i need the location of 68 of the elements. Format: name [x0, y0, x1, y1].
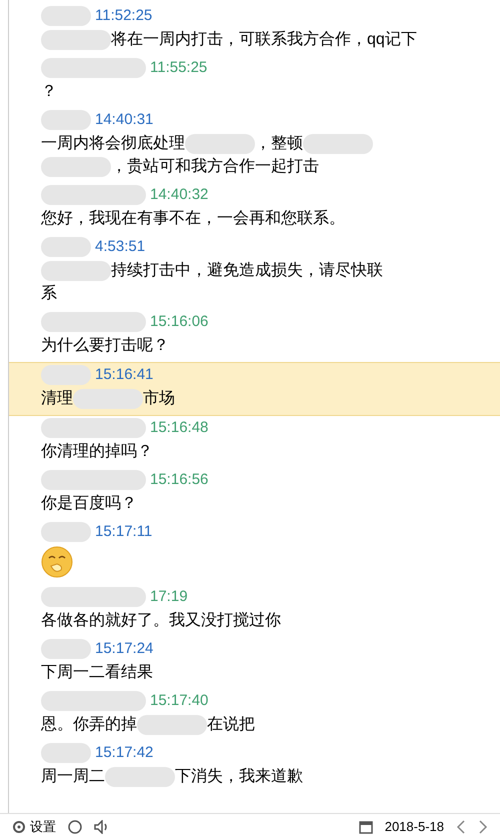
message[interactable]: 15:16:48 你清理的掉吗？	[9, 416, 500, 468]
settings-button[interactable]: 设置	[12, 816, 56, 836]
timestamp: 17:19	[150, 586, 188, 607]
redaction-blob	[303, 134, 373, 154]
circle-icon[interactable]	[68, 820, 82, 834]
redaction-blob	[73, 388, 143, 409]
message-text: 清理	[41, 390, 73, 407]
message-text: 系	[41, 285, 57, 302]
redaction-blob	[41, 110, 91, 130]
redaction-blob	[137, 714, 207, 735]
timestamp: 15:16:06	[150, 312, 208, 332]
redaction-blob	[41, 237, 91, 257]
redaction-blob	[41, 30, 111, 50]
message[interactable]: 15:17:11	[9, 520, 500, 585]
timestamp: 15:17:24	[95, 638, 154, 659]
redaction-blob	[41, 365, 91, 385]
message-text: 将在一周内打击，可联系我方合作，qq记下	[111, 31, 417, 48]
redaction-blob	[41, 639, 91, 659]
redaction-blob	[41, 260, 111, 281]
gear-icon	[12, 820, 26, 834]
redaction-blob	[185, 134, 255, 154]
timestamp: 15:16:48	[150, 418, 208, 438]
message-text: 周一周二	[41, 768, 105, 785]
redaction-blob	[105, 766, 175, 787]
message[interactable]: 15:16:06 为什么要打击呢？	[9, 310, 500, 362]
message-text: 下周一二看结果	[41, 664, 153, 681]
message[interactable]: 15:16:56 你是百度吗？	[9, 468, 500, 520]
message[interactable]: 15:17:24 下周一二看结果	[9, 637, 500, 689]
timestamp: 14:40:31	[95, 110, 154, 130]
timestamp: 15:16:56	[150, 470, 208, 490]
timestamp: 15:17:42	[95, 742, 154, 763]
redaction-blob	[41, 522, 91, 542]
message-text: 持续打击中，避免造成损失，请尽快联	[111, 262, 383, 279]
message-text: 你清理的掉吗？	[41, 443, 153, 460]
timestamp: 15:16:41	[95, 364, 154, 385]
redaction-blob	[41, 156, 111, 177]
message[interactable]: 14:40:31 一周内将会彻底处理 ，整顿 ，贵站可和我方合作一起打击	[9, 108, 500, 183]
message[interactable]: 15:17:40 恩。你弄的掉 在说把	[9, 689, 500, 741]
message[interactable]: 11:55:25 ？	[9, 56, 500, 108]
message[interactable]: 11:52:25 将在一周内打击，可联系我方合作，qq记下	[9, 4, 500, 56]
message-text: ，贵站可和我方合作一起打击	[111, 158, 319, 175]
message[interactable]: 17:19 各做各的就好了。我又没打搅过你	[9, 585, 500, 637]
message-text: 一周内将会彻底处理	[41, 135, 185, 152]
message-text: ，整顿	[255, 135, 303, 152]
timestamp: 11:52:25	[95, 6, 152, 26]
redaction-blob	[41, 6, 91, 26]
calendar-icon[interactable]	[358, 820, 373, 834]
emoji-icon	[41, 546, 73, 578]
redaction-blob	[41, 743, 91, 763]
date-label: 2018-5-18	[384, 818, 444, 836]
message-text: ？	[41, 83, 57, 100]
timestamp: 15:17:11	[95, 522, 152, 542]
message[interactable]: 15:17:42 周一周二 下消失，我来道歉	[9, 741, 500, 793]
timestamp: 15:17:40	[150, 690, 208, 711]
message-text: 在说把	[207, 716, 255, 733]
message-text: 各做各的就好了。我又没打搅过你	[41, 612, 281, 629]
message-text: 市场	[143, 390, 175, 407]
message-text: 你是百度吗？	[41, 495, 137, 512]
message-text: 您好，我现在有事不在，一会再和您联系。	[41, 210, 345, 227]
message[interactable]: 4:53:51 持续打击中，避免造成损失，请尽快联 系	[9, 235, 500, 310]
timestamp: 11:55:25	[150, 58, 208, 78]
message-text: 恩。你弄的掉	[41, 716, 137, 733]
message[interactable]: 14:40:32 您好，我现在有事不在，一会再和您联系。	[9, 183, 500, 235]
message-text: 为什么要打击呢？	[41, 337, 169, 354]
message-text: 下消失，我来道歉	[175, 768, 303, 785]
timestamp: 14:40:32	[150, 184, 208, 205]
message[interactable]: 15:16:41 清理 市场	[9, 362, 500, 416]
timestamp: 4:53:51	[95, 236, 146, 257]
